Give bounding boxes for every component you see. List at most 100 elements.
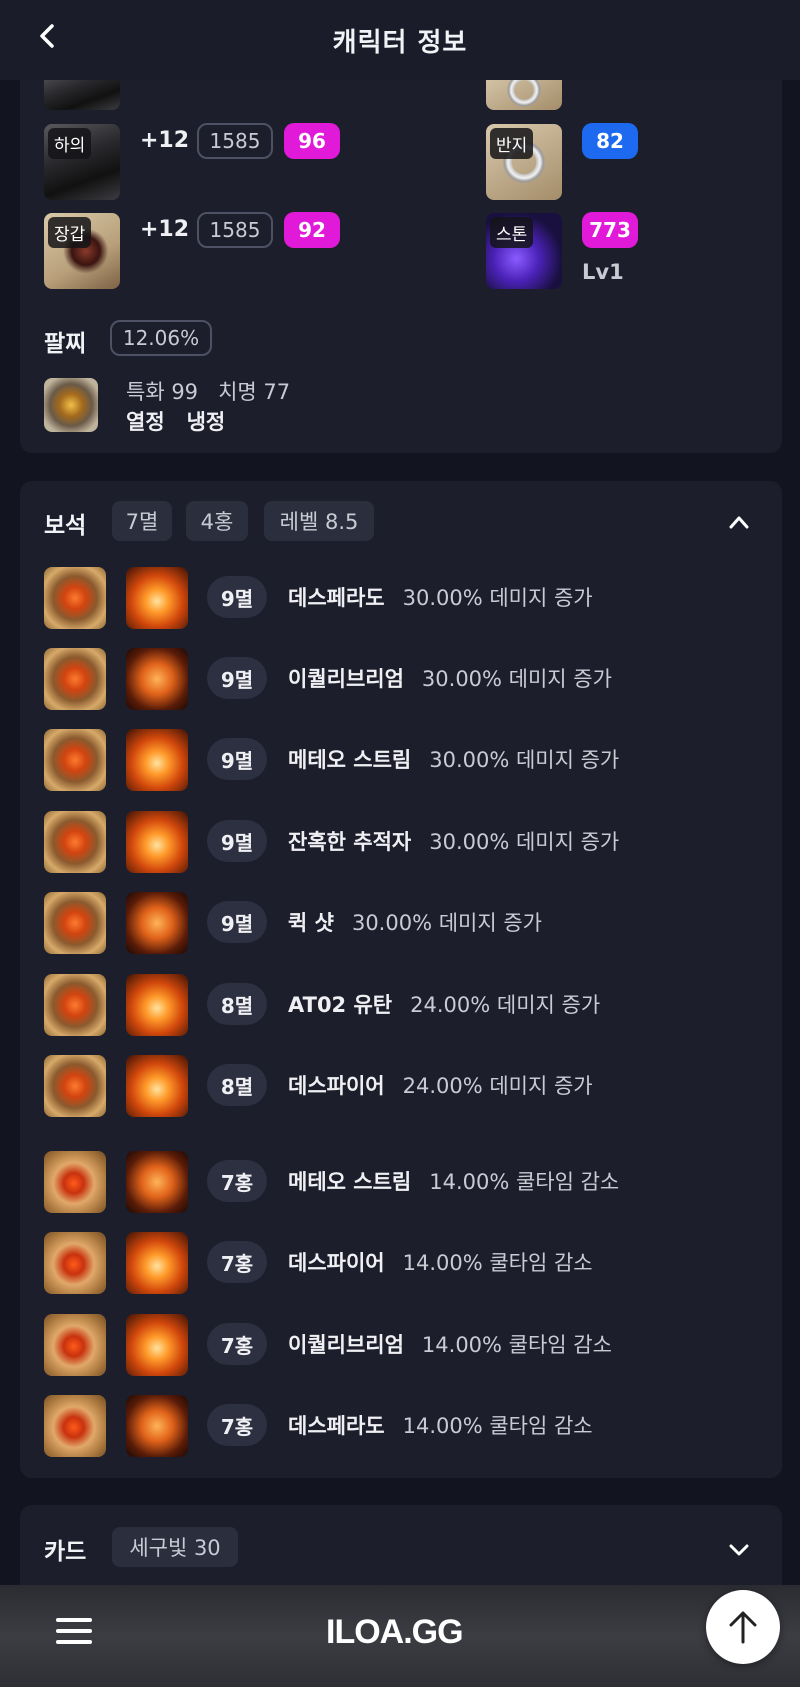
enhance-level: +12: [140, 217, 190, 242]
bracelet-icon[interactable]: [44, 378, 98, 432]
collapse-toggle[interactable]: [724, 507, 754, 537]
gem-level-badge: 9멸: [207, 820, 267, 862]
expand-toggle[interactable]: [724, 1535, 754, 1565]
skill-icon: [126, 974, 188, 1036]
menu-button[interactable]: [56, 1618, 92, 1648]
slot-label: 장갑: [48, 217, 92, 248]
item-level-badge: 1585: [197, 123, 273, 159]
skill-icon: [126, 892, 188, 954]
item-level-badge: 1585: [197, 212, 273, 248]
gem-description: 데스파이어 14.00% 쿨타임 감소: [288, 1247, 593, 1277]
gem-row[interactable]: 9멸 잔혹한 추적자 30.00% 데미지 증가: [20, 811, 782, 873]
gem-skill-name: 퀵 샷: [288, 911, 334, 935]
gem-skill-name: 데스페라도: [288, 586, 385, 610]
stone-level: Lv1: [582, 260, 624, 284]
equipment-thumb-gloves[interactable]: 장갑: [44, 213, 120, 289]
gem-row[interactable]: 7홍 데스페라도 14.00% 쿨타임 감소: [20, 1395, 782, 1457]
quality-badge: 92: [284, 212, 340, 248]
bracelet-percent-badge: 12.06%: [110, 320, 212, 356]
gems-card: 보석 7멸 4홍 레벨 8.5 9멸 데스페라도 30.00% 데미지 증가 9멸 이퀄…: [20, 481, 782, 1478]
gem-icon: [44, 1055, 106, 1117]
back-button[interactable]: [30, 18, 66, 54]
gem-icon: [44, 1314, 106, 1376]
gem-description: 퀵 샷 30.00% 데미지 증가: [288, 907, 542, 937]
skill-icon: [126, 1232, 188, 1294]
gem-level-badge: 9멸: [207, 576, 267, 618]
gem-row[interactable]: 9멸 퀵 샷 30.00% 데미지 증가: [20, 892, 782, 954]
gem-level-badge: 7홍: [207, 1404, 267, 1446]
slot-label: 반지: [490, 128, 534, 159]
gem-icon: [44, 892, 106, 954]
gem-effect: 30.00% 데미지 증가: [402, 586, 593, 610]
gem-skill-name: 이퀄리브리엄: [288, 1333, 404, 1357]
gem-description: 잔혹한 추적자 30.00% 데미지 증가: [288, 826, 619, 856]
gem-skill-name: 이퀄리브리엄: [288, 667, 404, 691]
accessory-thumb-stone[interactable]: 스톤: [486, 213, 562, 289]
gem-effect: 30.00% 데미지 증가: [429, 830, 620, 854]
gem-count-chip: 7멸: [112, 501, 172, 541]
skill-icon: [126, 648, 188, 710]
chevron-up-icon: [729, 516, 749, 529]
gem-icon: [44, 974, 106, 1036]
gem-icon: [44, 567, 106, 629]
bottom-navigation: ILOA.GG: [0, 1585, 800, 1687]
scroll-to-top-button[interactable]: [706, 1590, 780, 1664]
gem-description: 이퀄리브리엄 30.00% 데미지 증가: [288, 663, 612, 693]
bracelet-effects: 열정 냉정: [126, 410, 226, 434]
hamburger-icon-line: [56, 1629, 92, 1633]
site-logo[interactable]: ILOA.GG: [326, 1613, 464, 1652]
skill-icon: [126, 567, 188, 629]
gem-row[interactable]: 9멸 이퀄리브리엄 30.00% 데미지 증가: [20, 648, 782, 710]
gem-skill-name: AT02 유탄: [288, 993, 393, 1017]
gem-effect: 30.00% 데미지 증가: [421, 667, 612, 691]
gem-row[interactable]: 8멸 AT02 유탄 24.00% 데미지 증가: [20, 974, 782, 1036]
skill-icon: [126, 1055, 188, 1117]
gem-row[interactable]: 9멸 메테오 스트림 30.00% 데미지 증가: [20, 729, 782, 791]
gem-level-badge: 9멸: [207, 657, 267, 699]
gem-row[interactable]: 8멸 데스파이어 24.00% 데미지 증가: [20, 1055, 782, 1117]
gem-row[interactable]: 7홍 데스파이어 14.00% 쿨타임 감소: [20, 1232, 782, 1294]
equipment-thumb-pants[interactable]: 하의: [44, 124, 120, 200]
gem-row[interactable]: 7홍 이퀄리브리엄 14.00% 쿨타임 감소: [20, 1314, 782, 1376]
chevron-down-icon: [729, 1544, 749, 1556]
gem-level-badge: 7홍: [207, 1241, 267, 1283]
gem-effect: 14.00% 쿨타임 감소: [421, 1333, 612, 1357]
gem-row[interactable]: 9멸 데스페라도 30.00% 데미지 증가: [20, 567, 782, 629]
gem-description: 데스페라도 30.00% 데미지 증가: [288, 582, 593, 612]
gem-skill-name: 데스파이어: [288, 1074, 385, 1098]
gem-icon: [44, 1232, 106, 1294]
gem-effect: 14.00% 쿨타임 감소: [402, 1251, 593, 1275]
cards-title: 카드: [44, 1539, 87, 1565]
gem-level-badge: 9멸: [207, 901, 267, 943]
quality-badge: 82: [582, 123, 638, 159]
gem-icon: [44, 1151, 106, 1213]
quality-badge: 773: [582, 212, 638, 248]
gem-icon: [44, 811, 106, 873]
skill-icon: [126, 729, 188, 791]
gem-level-badge: 8멸: [207, 983, 267, 1025]
gem-effect: 30.00% 데미지 증가: [429, 748, 620, 772]
hamburger-icon-line: [56, 1640, 92, 1644]
gem-effect: 24.00% 데미지 증가: [402, 1074, 593, 1098]
gem-description: 메테오 스트림 30.00% 데미지 증가: [288, 744, 619, 774]
top-header: 캐릭터 정보: [0, 0, 800, 80]
chevron-left-icon: [40, 24, 54, 48]
gem-row[interactable]: 7홍 메테오 스트림 14.00% 쿨타임 감소: [20, 1151, 782, 1213]
gem-count-chip: 4홍: [186, 501, 248, 541]
skill-icon: [126, 1314, 188, 1376]
gem-skill-name: 데스파이어: [288, 1251, 385, 1275]
gem-level-badge: 9멸: [207, 738, 267, 780]
arrow-up-icon: [729, 1611, 757, 1644]
gem-effect: 24.00% 데미지 증가: [410, 993, 601, 1017]
gem-effect: 14.00% 쿨타임 감소: [402, 1414, 593, 1438]
quality-badge: 96: [284, 123, 340, 159]
gem-avg-level-chip: 레벨 8.5: [264, 501, 374, 541]
enhance-level: +12: [140, 128, 190, 153]
bracelet-title: 팔찌: [44, 331, 87, 357]
slot-label: 스톤: [490, 217, 534, 248]
gem-description: 데스페라도 14.00% 쿨타임 감소: [288, 1410, 593, 1440]
gem-icon: [44, 729, 106, 791]
gem-skill-name: 데스페라도: [288, 1414, 385, 1438]
accessory-thumb-ring[interactable]: 반지: [486, 124, 562, 200]
skill-icon: [126, 811, 188, 873]
